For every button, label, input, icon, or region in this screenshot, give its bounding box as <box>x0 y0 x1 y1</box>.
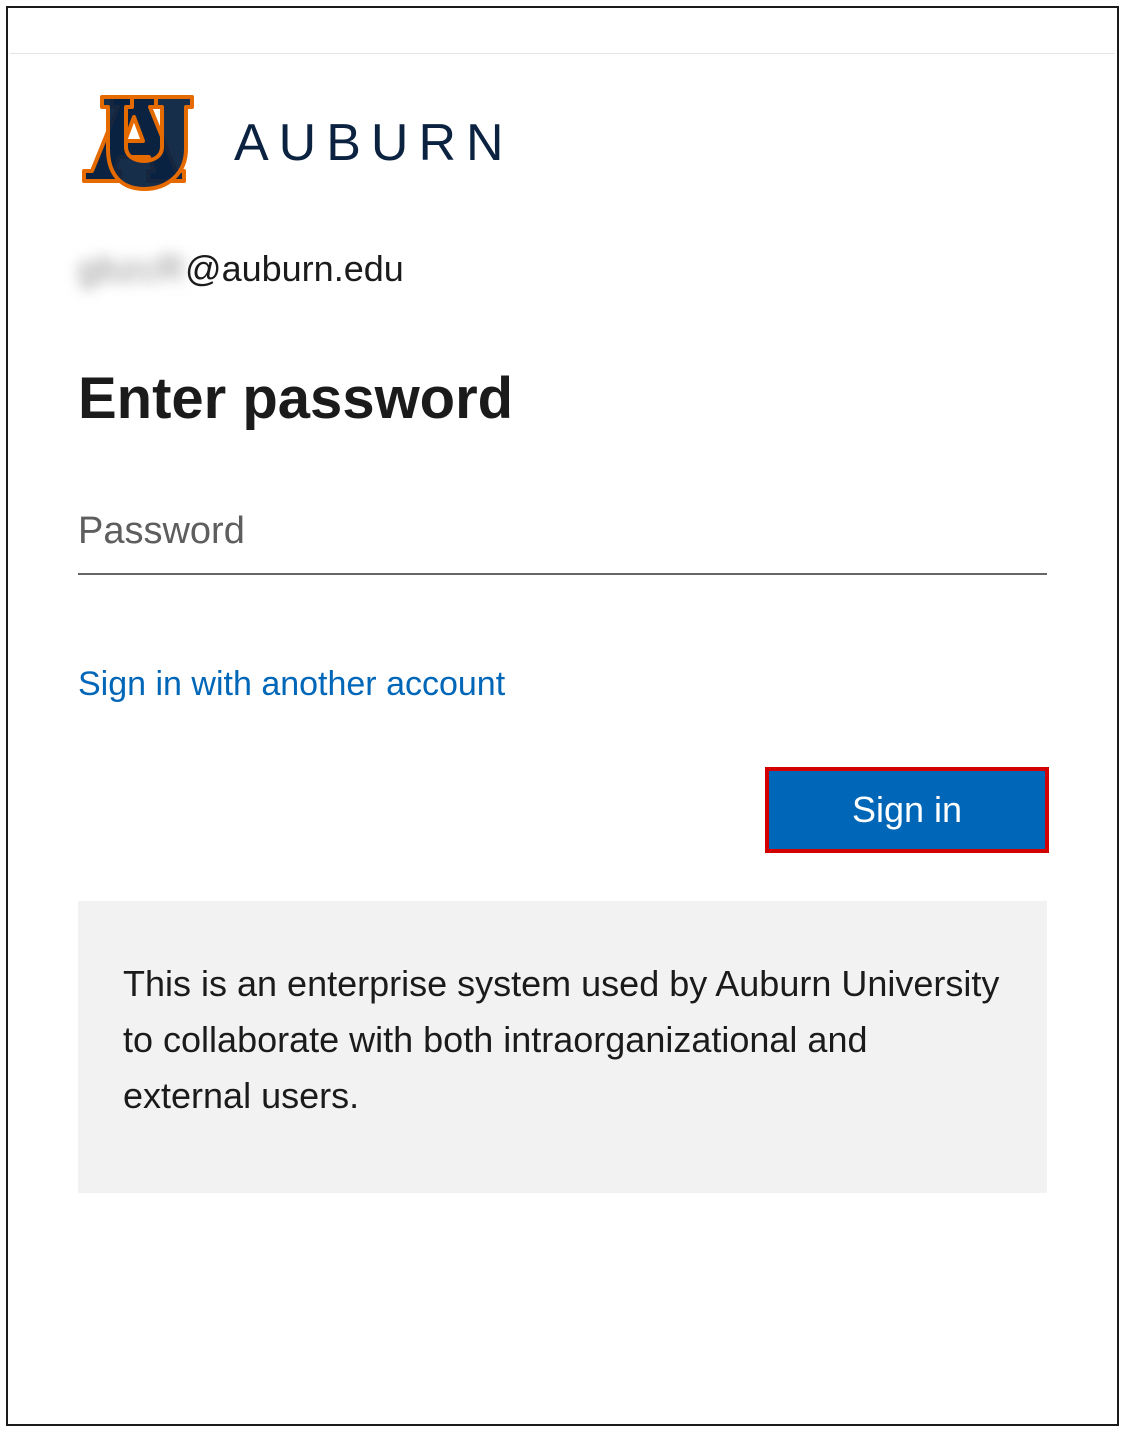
sign-in-another-account-link[interactable]: Sign in with another account <box>78 665 505 704</box>
sign-in-button[interactable]: Sign in <box>767 769 1047 851</box>
disclaimer-text: This is an enterprise system used by Aub… <box>78 901 1047 1193</box>
account-domain: @auburn.edu <box>185 248 404 289</box>
auburn-logo-icon <box>78 93 198 193</box>
top-divider <box>10 53 1115 54</box>
logo-row: AUBURN <box>78 93 1047 193</box>
button-row: Sign in <box>78 769 1047 851</box>
account-email: gbzcR@auburn.edu <box>78 248 1047 290</box>
page-title: Enter password <box>78 365 1047 432</box>
password-input[interactable] <box>78 500 1047 575</box>
login-dialog: AUBURN gbzcR@auburn.edu Enter password S… <box>6 6 1119 1426</box>
account-username-obscured: gbzcR <box>78 248 185 290</box>
content-area: AUBURN gbzcR@auburn.edu Enter password S… <box>8 8 1117 1253</box>
auburn-wordmark: AUBURN <box>234 113 514 173</box>
